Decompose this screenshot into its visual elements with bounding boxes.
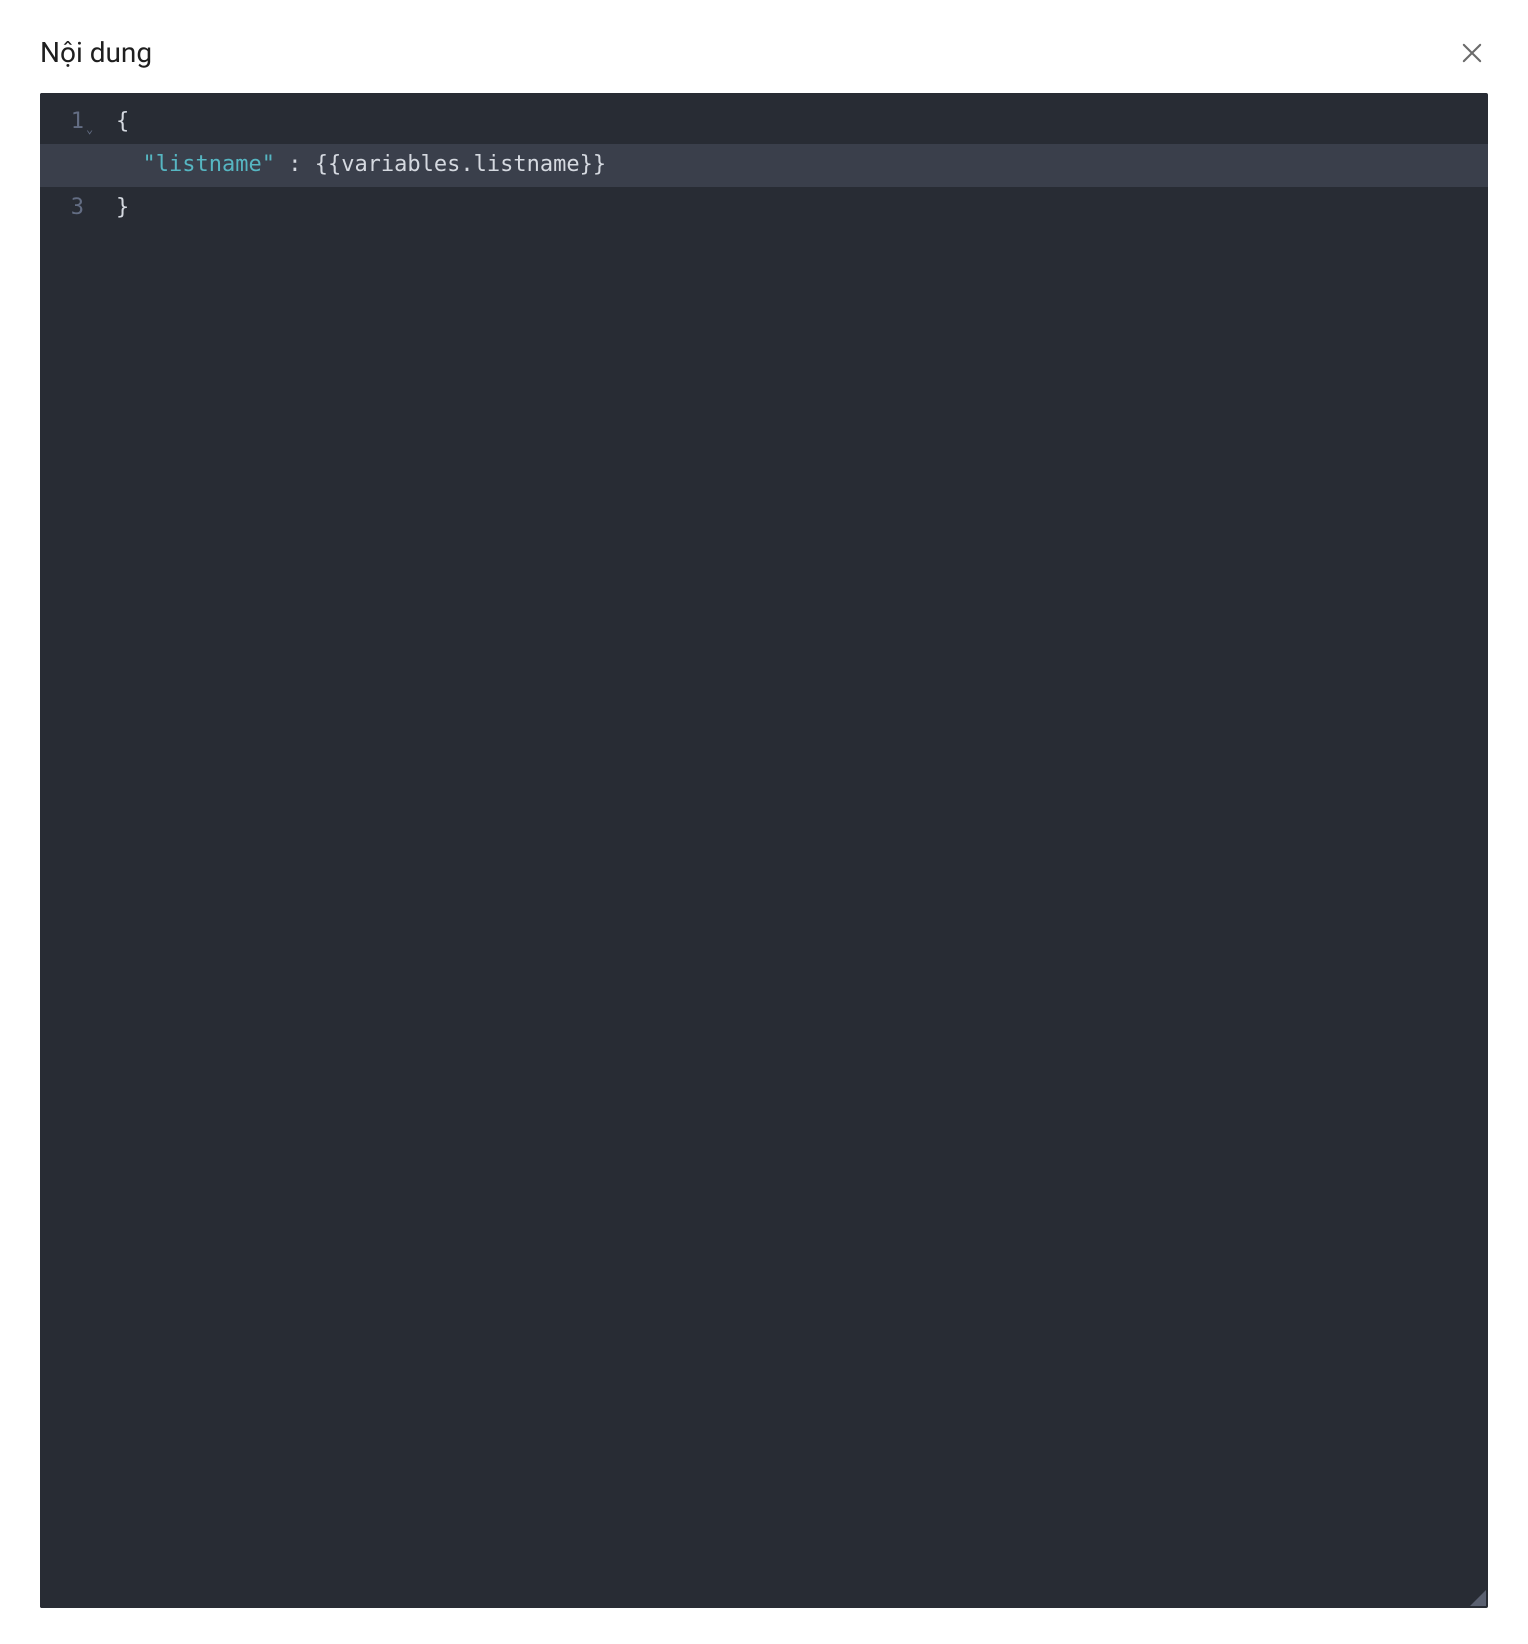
token-brace: { (116, 101, 129, 144)
modal-header: Nội dung (40, 36, 1488, 69)
close-icon (1458, 39, 1486, 67)
modal-title: Nội dung (40, 36, 152, 69)
token-separator: : (275, 144, 315, 187)
gutter-line-number: 1 ⌄ (40, 101, 92, 144)
close-button[interactable] (1456, 37, 1488, 69)
editor-gutter: 1 ⌄ 2 3 (40, 93, 92, 1608)
code-line-active: "listname" : {{variables.listname}} (40, 144, 1488, 187)
code-area[interactable]: { "listname" : {{variables.listname}} } (92, 93, 1488, 1608)
token-brace: } (116, 187, 129, 230)
code-line: } (108, 187, 1488, 230)
token-key: "listname" (143, 144, 275, 187)
code-line: { (108, 101, 1488, 144)
line-number: 3 (71, 187, 84, 230)
code-editor[interactable]: 1 ⌄ 2 3 { "listname" : {{variables.listn… (40, 93, 1488, 1608)
token-value: {{variables.listname}} (315, 144, 606, 187)
gutter-line-number: 3 (40, 187, 92, 230)
token-indent (116, 144, 143, 187)
line-number: 1 (71, 101, 84, 144)
resize-handle[interactable] (1470, 1590, 1486, 1606)
content-modal: Nội dung 1 ⌄ 2 3 { "listname" : {{variab… (0, 0, 1528, 1644)
